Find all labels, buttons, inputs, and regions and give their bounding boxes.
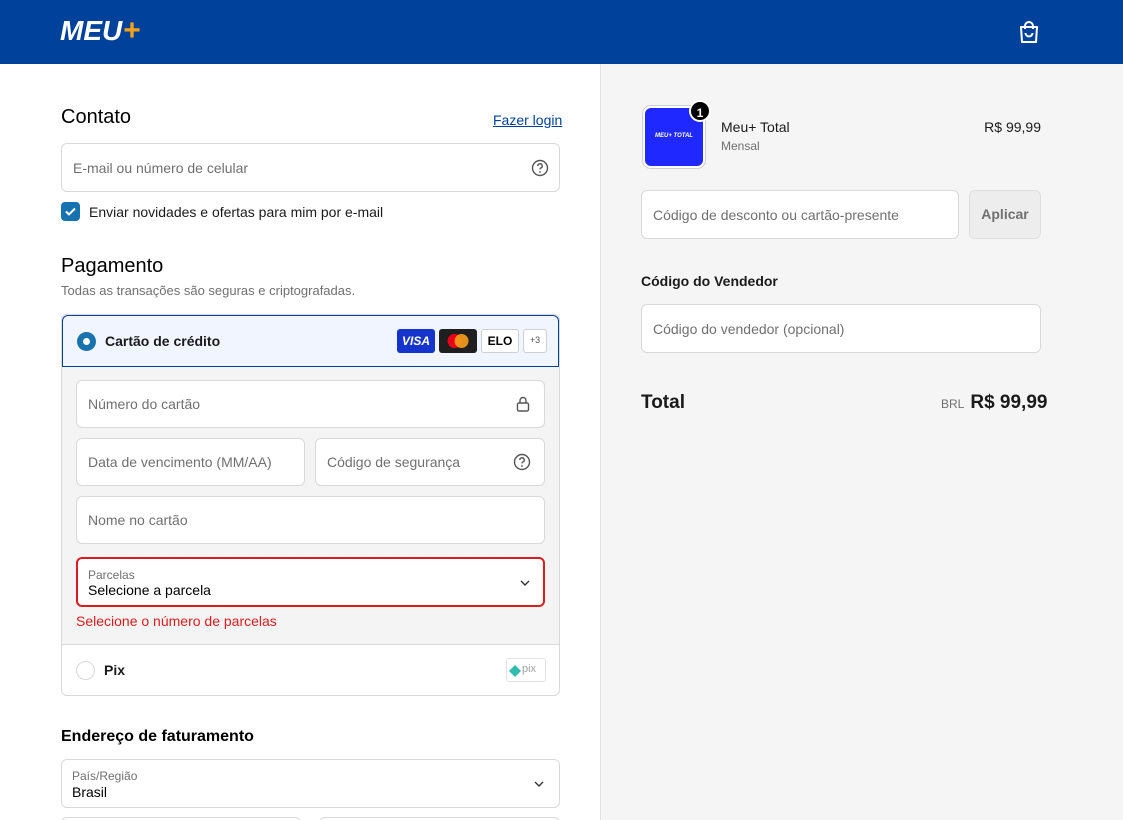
total-value: R$ 99,99 [970, 392, 1048, 413]
chevron-down-icon [520, 580, 530, 586]
country-select[interactable]: País/Região Brasil [61, 759, 560, 808]
logo-plus: + [123, 14, 141, 47]
newsletter-label: Enviar novidades e ofertas para mim por … [89, 204, 384, 220]
card-number-placeholder: Número do cartão [88, 396, 201, 412]
product-name: Meu+ Total [721, 119, 790, 135]
security-code-field[interactable]: Código de segurança [315, 438, 545, 486]
expiry-placeholder: Data de vencimento (MM/AA) [88, 454, 272, 470]
discount-placeholder: Código de desconto ou cartão-presente [653, 206, 899, 223]
pix-label[interactable]: Pix [104, 662, 125, 678]
card-name-placeholder: Nome no cartão [88, 512, 188, 528]
newsletter-checkbox[interactable] [61, 202, 80, 221]
visa-icon: VISA [397, 329, 435, 353]
thumbnail-text: MEU+ TOTAL [655, 133, 693, 139]
pix-diamond [509, 665, 521, 677]
brand-logo[interactable]: MEU + [60, 14, 141, 47]
help-icon[interactable] [531, 159, 549, 177]
pix-logo-text: pix [522, 663, 537, 675]
total-currency: BRL [941, 397, 965, 411]
apply-discount-button[interactable]: Aplicar [969, 190, 1041, 239]
pix-icon: pix [506, 658, 546, 682]
product-price: R$ 99,99 [984, 119, 1041, 135]
more-brands-text: +3 [529, 335, 541, 345]
installments-select[interactable]: Parcelas Selecione a parcela [76, 557, 545, 607]
lock-icon [516, 396, 530, 412]
security-code-placeholder: Código de segurança [327, 454, 461, 470]
country-label: País/Região [72, 769, 138, 783]
installments-label: Parcelas [88, 568, 135, 582]
elo-text: ELO [487, 334, 513, 348]
chevron-down-icon [534, 781, 544, 787]
more-brands-badge: +3 [523, 329, 547, 353]
total-amount: BRL R$ 99,99 [941, 392, 1047, 414]
seller-code-placeholder: Código do vendedor (opcional) [653, 320, 845, 337]
elo-icon: ELO [481, 329, 519, 353]
installments-error: Selecione o número de parcelas [76, 613, 277, 629]
pix-radio[interactable] [76, 661, 95, 680]
help-icon[interactable] [513, 453, 531, 471]
seller-code-title: Código do Vendedor [641, 273, 778, 289]
visa-text: VISA [401, 334, 430, 348]
credit-card-label: Cartão de crédito [105, 333, 221, 349]
seller-code-input[interactable]: Código do vendedor (opcional) [641, 304, 1041, 353]
email-field[interactable]: E-mail ou número de celular [61, 143, 560, 192]
payment-subtitle: Todas as transações são seguras e cripto… [61, 283, 356, 298]
country-value: Brasil [72, 784, 108, 800]
top-header: MEU + [0, 0, 1123, 64]
quantity-badge: 1 [689, 100, 711, 122]
expiry-field[interactable]: Data de vencimento (MM/AA) [76, 438, 305, 486]
email-placeholder: E-mail ou número de celular [73, 159, 249, 176]
card-number-field[interactable]: Número do cartão [76, 380, 545, 428]
payment-title: Pagamento [61, 255, 164, 277]
logo-text: MEU [60, 15, 123, 46]
billing-title: Endereço de faturamento [61, 728, 254, 745]
mastercard-circles [447, 334, 469, 348]
contact-title: Contato [61, 106, 132, 128]
order-summary [600, 64, 1123, 820]
credit-card-option[interactable]: Cartão de crédito VISA ELO +3 [62, 315, 559, 367]
installments-value: Selecione a parcela [88, 582, 211, 598]
product-variant: Mensal [721, 139, 760, 153]
check-icon [65, 207, 76, 216]
login-link[interactable]: Fazer login [493, 112, 562, 128]
total-label: Total [641, 392, 685, 413]
credit-card-radio[interactable] [77, 332, 96, 351]
shopping-bag-icon[interactable] [1016, 19, 1042, 45]
card-name-field[interactable]: Nome no cartão [76, 496, 545, 544]
discount-code-input[interactable]: Código de desconto ou cartão-presente [641, 190, 959, 239]
mastercard-icon [439, 329, 477, 353]
